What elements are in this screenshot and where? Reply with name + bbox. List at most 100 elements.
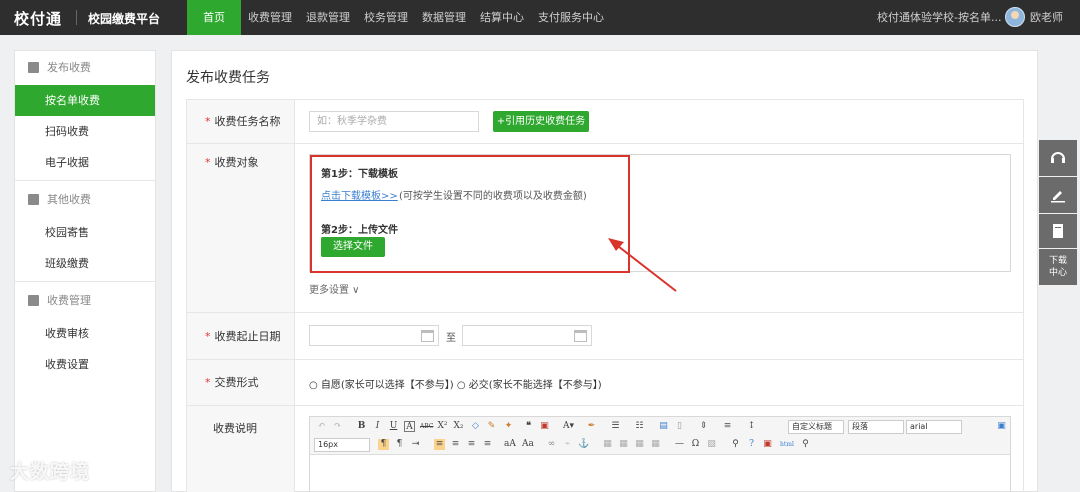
choose-file-button[interactable]: 选择文件 (321, 237, 385, 257)
sidebar-item-by-list[interactable]: 按名单收费 (15, 85, 155, 116)
book-icon (1053, 224, 1063, 238)
sidebar-item-fee-review[interactable]: 收费审核 (15, 318, 155, 349)
description-label: 收费说明 (187, 406, 295, 492)
image-none-icon[interactable]: ▦ (618, 439, 629, 450)
calendar-icon[interactable] (574, 330, 587, 342)
feedback-button[interactable] (1039, 177, 1077, 213)
nav-fee-management[interactable]: 收费管理 (241, 0, 299, 35)
align-left-icon[interactable]: ≡ (434, 439, 445, 450)
document-button[interactable] (1039, 214, 1077, 248)
sidebar-group-manage: 收费管理 (15, 284, 155, 318)
strikethrough-icon[interactable]: ABC (420, 421, 433, 432)
find-replace-icon[interactable]: ⚲ (730, 439, 741, 450)
search-icon[interactable]: ⚲ (800, 439, 811, 450)
ltr-icon[interactable]: ¶ (378, 439, 389, 450)
superscript-icon[interactable]: X² (437, 421, 448, 432)
end-date-input[interactable] (462, 325, 592, 346)
row-task-name: * 收费任务名称 如：秋季学杂费 +引用历史收费任务 (187, 100, 1023, 144)
image-center-icon[interactable]: ▦ (650, 439, 661, 450)
school-name[interactable]: 校付通体验学校-按名单... (877, 0, 1001, 35)
sidebar-group-other: 其他收费 (15, 183, 155, 217)
task-name-input[interactable]: 如：秋季学杂费 (309, 111, 479, 132)
nav-home[interactable]: 首页 (187, 0, 241, 35)
select-all-icon[interactable]: ▤ (658, 421, 669, 432)
ordered-list-icon[interactable]: ☰ (610, 421, 621, 432)
rich-text-editor[interactable]: ↶ ↷ B I U A ABC X² X₂ ◇ ✎ ✦ ❝ ▣ A▾ ✒ ☰ ☷… (309, 416, 1011, 492)
clear-doc-icon[interactable]: ▯ (674, 421, 685, 432)
headset-icon (1051, 152, 1065, 163)
nav-refund-management[interactable]: 退款管理 (299, 0, 357, 35)
nav-school-affairs[interactable]: 校务管理 (357, 0, 415, 35)
italic-icon[interactable]: I (372, 421, 383, 432)
editor-toolbar: ↶ ↷ B I U A ABC X² X₂ ◇ ✎ ✦ ❝ ▣ A▾ ✒ ☰ ☷… (310, 417, 1010, 455)
link-icon[interactable]: ∞ (546, 439, 557, 450)
rtl-icon[interactable]: ¶ (394, 439, 405, 450)
border-icon[interactable]: A (404, 421, 415, 432)
sidebar-item-scan-code[interactable]: 扫码收费 (15, 116, 155, 147)
sidebar-group-label: 收费管理 (47, 294, 91, 307)
underline-icon[interactable]: U (388, 421, 399, 432)
avatar[interactable] (1005, 7, 1025, 27)
align-center-icon[interactable]: ≡ (450, 439, 461, 450)
font-size-select[interactable]: 16px (314, 438, 370, 452)
line-height-icon[interactable]: ⇕ (698, 421, 709, 432)
horizontal-rule-icon[interactable]: — (674, 439, 685, 450)
sidebar-item-e-receipt[interactable]: 电子收据 (15, 147, 155, 178)
sidebar-item-consignment[interactable]: 校园寄售 (15, 217, 155, 248)
payment-form-radios[interactable]: ○ 自愿(家长可以选择【不参与】) ○ 必交(家长不能选择【不参与】) (309, 376, 602, 391)
calendar-icon[interactable] (421, 330, 434, 342)
subscript-icon[interactable]: X₂ (453, 421, 464, 432)
paragraph-select[interactable]: 段落 (848, 420, 904, 434)
start-date-input[interactable] (309, 325, 439, 346)
paste-icon[interactable]: ▣ (539, 421, 550, 432)
anchor-icon[interactable]: ⚓ (578, 439, 589, 450)
font-family-select[interactable]: arial (906, 420, 962, 434)
line-spacing-icon[interactable]: ↕ (746, 421, 757, 432)
nav-payment-service[interactable]: 支付服务中心 (531, 0, 611, 35)
username[interactable]: 欧老师 (1030, 0, 1063, 35)
redo-icon[interactable]: ↷ (332, 421, 343, 432)
row-description: 收费说明 ↶ ↷ B I U A ABC X² X₂ ◇ ✎ ✦ ❝ ▣ A▾ … (187, 406, 1023, 492)
highlight-icon[interactable]: ✒ (586, 421, 597, 432)
sidebar-group-label: 其他收费 (47, 193, 91, 206)
help-icon[interactable]: ? (746, 439, 757, 450)
align-right-icon[interactable]: ≡ (466, 439, 477, 450)
download-template-link[interactable]: 点击下载模板>> (321, 187, 398, 202)
unlink-icon[interactable]: ⌁ (562, 439, 573, 450)
bold-icon[interactable]: B (356, 421, 367, 432)
logo-divider (76, 10, 77, 25)
custom-heading-select[interactable]: 自定义标题 (788, 420, 844, 434)
fullscreen-icon[interactable]: ▣ (996, 421, 1007, 432)
sidebar-item-fee-settings[interactable]: 收费设置 (15, 349, 155, 380)
uppercase-icon[interactable]: Aa (522, 439, 534, 450)
format-brush-icon[interactable]: ✎ (486, 421, 497, 432)
preview-icon[interactable]: ▣ (762, 439, 773, 450)
undo-icon[interactable]: ↶ (316, 421, 327, 432)
sidebar-divider (15, 180, 155, 181)
nav-data-management[interactable]: 数据管理 (415, 0, 473, 35)
align-justify-icon[interactable]: ≡ (482, 439, 493, 450)
snapshot-icon[interactable]: ▧ (706, 439, 717, 450)
paragraph-spacing-icon[interactable]: ≡ (722, 421, 733, 432)
lowercase-icon[interactable]: aA (504, 439, 516, 450)
nav-settlement-center[interactable]: 结算中心 (473, 0, 531, 35)
unordered-list-icon[interactable]: ☷ (634, 421, 645, 432)
main-nav: 首页 收费管理 退款管理 校务管理 数据管理 结算中心 支付服务中心 (187, 0, 611, 35)
font-color-icon[interactable]: A▾ (563, 421, 574, 432)
sidebar-item-class-fee[interactable]: 班级缴费 (15, 248, 155, 279)
eraser-icon[interactable]: ◇ (470, 421, 481, 432)
html-source-icon[interactable]: html (780, 439, 794, 450)
more-settings-toggle[interactable]: 更多设置 ∨ (309, 281, 360, 296)
download-center-button[interactable]: 下载 中心 (1039, 249, 1077, 285)
history-task-button[interactable]: +引用历史收费任务 (493, 111, 589, 132)
image-right-icon[interactable]: ▦ (634, 439, 645, 450)
app-logo[interactable]: 校付通 (14, 8, 62, 29)
quote-icon[interactable]: ❝ (523, 421, 534, 432)
fee-target-label: * 收费对象 (187, 144, 295, 312)
customer-service-button[interactable] (1039, 140, 1077, 176)
special-char-icon[interactable]: Ω (690, 439, 701, 450)
format-painter-icon[interactable]: ✦ (503, 421, 514, 432)
indent-icon[interactable]: ⇥ (410, 439, 421, 450)
date-separator: 至 (446, 333, 456, 344)
image-left-icon[interactable]: ▦ (602, 439, 613, 450)
